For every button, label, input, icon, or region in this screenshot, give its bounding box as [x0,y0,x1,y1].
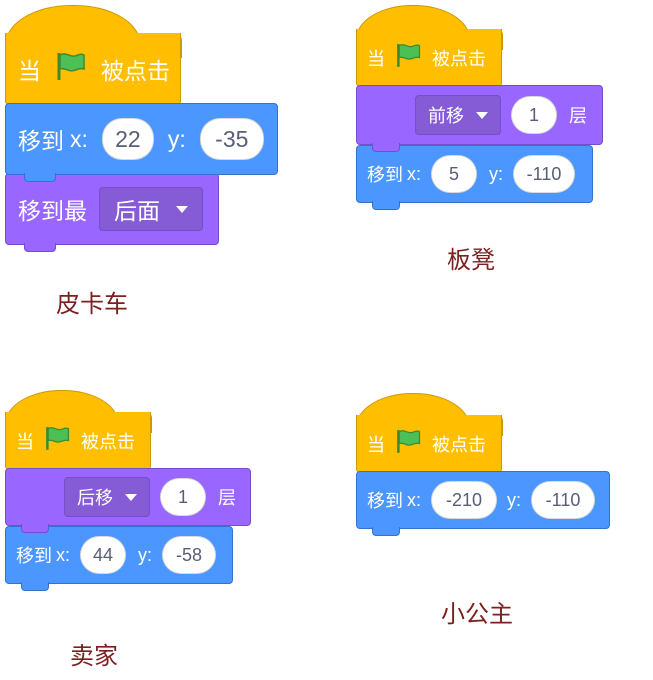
y-input[interactable]: -35 [199,118,264,160]
go-to-xy-block[interactable]: 移到 x: -210 y: -110 [356,471,610,536]
green-flag-icon [395,428,422,459]
hat-when-label: 当 [18,57,41,84]
hat-when-label: 当 [16,431,34,452]
go-to-xy-block[interactable]: 移到 x: 22 y: -35 [5,103,278,182]
x-input[interactable]: 5 [431,155,478,193]
go-to-layer-block[interactable]: 移到最 后面 [5,173,219,252]
when-flag-clicked-block[interactable]: 当 被点击 [5,412,151,477]
goto-label: 移到 [16,546,52,566]
caption-seller: 卖家 [70,642,118,670]
goto-x-label: x: [407,163,422,184]
script-seller: 当 被点击 后移 1 层 移到 x: 44 y: -58 [5,390,255,600]
y-input[interactable]: -110 [531,481,596,519]
goto-label: 移到 [367,165,403,185]
hat-when-label: 当 [367,434,385,455]
go-layers-block[interactable]: 后移 1 层 [5,468,251,533]
y-input[interactable]: -110 [513,155,576,193]
goto-y-label: y: [138,544,153,565]
script-bench: 当 被点击 前移 1 层 移到 x: 5 y: -110 [356,5,606,215]
dropdown-arrow-icon [476,111,488,119]
layer-direction-dropdown[interactable]: 前移 [415,95,501,135]
x-input[interactable]: 22 [101,118,154,160]
layer-dropdown[interactable]: 后面 [99,187,203,231]
layer-suffix-label: 层 [218,488,236,508]
layer-suffix-label: 层 [569,106,587,126]
goto-y-label: y: [489,163,504,184]
layer-label: 移到最 [18,198,87,224]
hat-clicked-label: 被点击 [101,57,170,84]
go-to-xy-block[interactable]: 移到 x: 5 y: -110 [356,145,593,210]
caption-little-princess: 小公主 [441,600,513,628]
x-input[interactable]: -210 [431,481,498,519]
x-input[interactable]: 44 [80,536,127,574]
layer-dropdown-value: 前移 [428,106,464,126]
when-flag-clicked-block[interactable]: 当 被点击 [356,415,502,480]
green-flag-icon [44,425,71,456]
layer-dropdown-value: 后移 [77,488,113,508]
script-pickup-truck: 当 被点击 移到 x: 22 y: -35 移到最 后面 [5,5,295,265]
dropdown-arrow-icon [125,493,137,501]
goto-x-label: x: [407,489,422,510]
goto-label: 移到 [18,128,64,154]
dropdown-arrow-icon [176,205,188,213]
hat-clicked-label: 被点击 [432,434,486,455]
y-input[interactable]: -58 [162,536,217,574]
hat-clicked-label: 被点击 [81,431,135,452]
goto-x-label: x: [56,544,71,565]
goto-label: 移到 [367,491,403,511]
green-flag-icon [395,42,422,73]
go-layers-block[interactable]: 前移 1 层 [356,85,603,152]
goto-y-label: y: [507,489,522,510]
caption-bench: 板凳 [447,246,495,274]
hat-clicked-label: 被点击 [432,48,486,69]
layer-direction-dropdown[interactable]: 后移 [64,477,150,517]
caption-pickup-truck: 皮卡车 [56,290,128,318]
layer-count-input[interactable]: 1 [160,478,206,516]
goto-x-label: x: [70,125,88,152]
goto-y-label: y: [167,125,186,152]
when-flag-clicked-block[interactable]: 当 被点击 [5,33,181,112]
when-flag-clicked-block[interactable]: 当 被点击 [356,29,502,94]
hat-when-label: 当 [367,48,385,69]
layer-dropdown-value: 后面 [114,198,160,224]
go-to-xy-block[interactable]: 移到 x: 44 y: -58 [5,526,233,591]
layer-count-input[interactable]: 1 [511,96,557,134]
script-little-princess: 当 被点击 移到 x: -210 y: -110 [356,393,616,553]
green-flag-icon [55,51,87,87]
